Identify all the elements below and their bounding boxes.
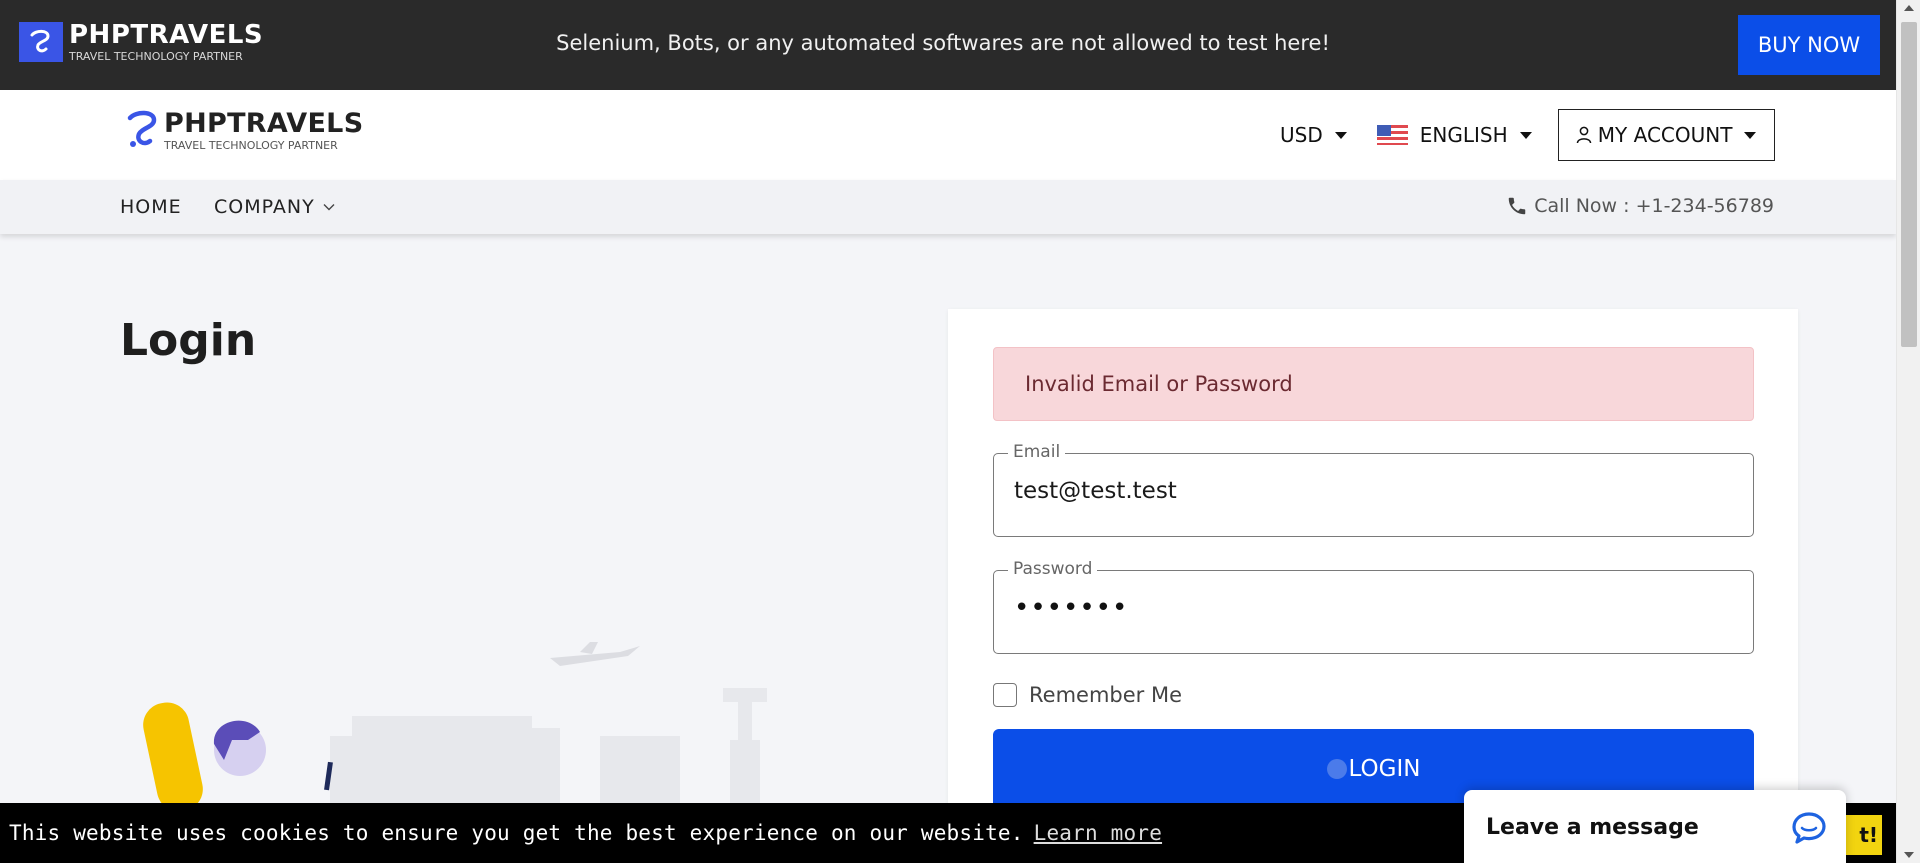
cookie-message: This website uses cookies to ensure you … — [9, 821, 1024, 845]
email-label: Email — [1008, 442, 1066, 462]
loading-spinner-icon — [1326, 759, 1347, 779]
language-label: ENGLISH — [1419, 123, 1508, 147]
site-header: PHPTRAVELS TRAVEL TECHNOLOGY PARTNER USD… — [0, 90, 1896, 180]
chat-widget[interactable]: Leave a message — [1464, 790, 1846, 863]
logo-icon — [127, 110, 157, 147]
remember-me-label: Remember Me — [1029, 683, 1182, 707]
my-account-button[interactable]: MY ACCOUNT — [1557, 109, 1775, 161]
phone-icon — [1508, 197, 1526, 215]
bot-warning-notice: Selenium, Bots, or any automated softwar… — [556, 31, 1330, 55]
scrollbar-thumb[interactable] — [1901, 22, 1917, 347]
currency-label: USD — [1280, 123, 1323, 147]
top-notice-bar: PHPTRAVELS TRAVEL TECHNOLOGY PARTNER Sel… — [0, 0, 1896, 90]
chevron-down-icon — [323, 204, 335, 211]
language-dropdown[interactable]: ENGLISH — [1376, 123, 1532, 147]
error-alert: Invalid Email or Password — [993, 347, 1754, 421]
email-input[interactable] — [1014, 478, 1714, 504]
user-icon — [1576, 126, 1592, 144]
scroll-up-arrow-icon[interactable] — [1904, 5, 1914, 11]
caret-down-icon — [1744, 131, 1757, 139]
main-nav: HOME COMPANY Call Now : +1-234-56789 — [0, 180, 1896, 234]
header-logo[interactable]: PHPTRAVELS TRAVEL TECHNOLOGY PARTNER — [124, 108, 363, 152]
buy-now-button[interactable]: BUY NOW — [1738, 15, 1880, 75]
call-now-text: Call Now : +1-234-56789 — [1534, 195, 1774, 217]
currency-dropdown[interactable]: USD — [1280, 123, 1347, 147]
page-title: Login — [120, 315, 257, 366]
nav-company-dropdown[interactable]: COMPANY — [214, 196, 335, 218]
header-logo-tagline: TRAVEL TECHNOLOGY PARTNER — [164, 138, 338, 152]
learn-more-link[interactable]: Learn more — [1034, 821, 1162, 845]
scroll-down-arrow-icon[interactable] — [1904, 852, 1914, 858]
travel-illustration — [143, 642, 767, 803]
password-input[interactable]: ••••••• — [1014, 593, 1128, 623]
chat-bubble-icon — [1792, 812, 1826, 844]
my-account-label: MY ACCOUNT — [1597, 123, 1733, 147]
caret-down-icon — [1519, 131, 1532, 139]
nav-company-label: COMPANY — [214, 196, 315, 218]
page-scrollbar[interactable] — [1896, 0, 1920, 863]
chat-label: Leave a message — [1486, 815, 1699, 840]
login-card: Invalid Email or Password Email Password… — [948, 309, 1798, 829]
header-logo-text: PHPTRAVELS — [164, 107, 364, 139]
email-field[interactable]: Email — [993, 442, 1754, 537]
password-field[interactable]: Password ••••••• — [993, 559, 1754, 654]
us-flag-icon — [1376, 125, 1408, 145]
password-label: Password — [1008, 559, 1098, 579]
remember-me-checkbox[interactable] — [993, 683, 1017, 707]
caret-down-icon — [1334, 131, 1347, 139]
nav-home-link[interactable]: HOME — [120, 196, 182, 218]
call-now-link[interactable]: Call Now : +1-234-56789 — [1506, 195, 1774, 217]
login-button-label: LOGIN — [1348, 756, 1421, 782]
remember-me[interactable]: Remember Me — [993, 683, 1182, 707]
